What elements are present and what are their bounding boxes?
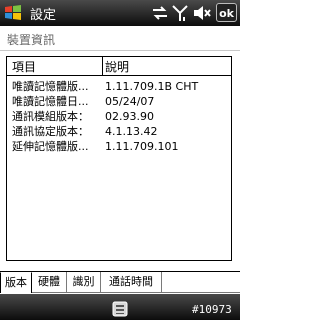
column-divider[interactable] xyxy=(102,57,103,75)
row-item-name: 通訊協定版本： xyxy=(12,125,89,138)
section-divider xyxy=(0,50,240,51)
table-header: 項目 說明 xyxy=(7,57,231,76)
row-item-value: 02.93.90 xyxy=(105,110,154,123)
device-info-table[interactable]: 項目 說明 唯讀記憶體版... 1.11.709.1B CHT 唯讀記憶體日..… xyxy=(6,56,232,261)
row-item-name: 唯讀記憶體日... xyxy=(12,95,89,108)
connectivity-icon[interactable] xyxy=(151,4,169,22)
section-title: 裝置資訊 xyxy=(7,33,56,47)
tab-call-time[interactable]: 通話時間 xyxy=(101,272,162,293)
signal-icon[interactable] xyxy=(172,4,188,22)
table-row[interactable]: 通訊模組版本： 02.93.90 xyxy=(7,110,231,124)
column-header-item[interactable]: 項目 xyxy=(12,58,36,75)
column-header-description[interactable]: 說明 xyxy=(105,58,129,75)
row-item-name: 唯讀記憶體版... xyxy=(12,80,89,93)
title-bar: 設定 ok xyxy=(0,0,240,26)
table-row[interactable]: 延伸記憶體版... 1.11.709.101 xyxy=(7,140,231,154)
ok-button[interactable]: ok xyxy=(216,3,237,22)
tab-hardware[interactable]: 硬體 xyxy=(32,272,67,293)
row-item-name: 延伸記憶體版... xyxy=(12,140,89,153)
row-item-value: 1.11.709.101 xyxy=(105,140,179,153)
build-tag: #10973 xyxy=(192,303,232,316)
tab-identification[interactable]: 識別 xyxy=(67,272,101,293)
row-item-name: 通訊模組版本： xyxy=(12,110,89,123)
tab-version[interactable]: 版本 xyxy=(0,272,32,293)
table-row[interactable]: 唯讀記憶體版... 1.11.709.1B CHT xyxy=(7,80,231,94)
row-item-value: 1.11.709.1B CHT xyxy=(105,80,199,93)
row-item-value: 4.1.13.42 xyxy=(105,125,158,138)
tab-strip-filler xyxy=(162,272,240,293)
table-row[interactable]: 唯讀記憶體日... 05/24/07 xyxy=(7,95,231,109)
tab-strip: 版本 硬體 識別 通話時間 xyxy=(0,271,240,294)
keyboard-icon[interactable] xyxy=(110,300,130,318)
table-row[interactable]: 通訊協定版本： 4.1.13.42 xyxy=(7,125,231,139)
app-title: 設定 xyxy=(30,8,57,23)
windows-start-icon[interactable] xyxy=(3,3,23,23)
row-item-value: 05/24/07 xyxy=(105,95,155,108)
volume-icon[interactable] xyxy=(192,4,212,22)
